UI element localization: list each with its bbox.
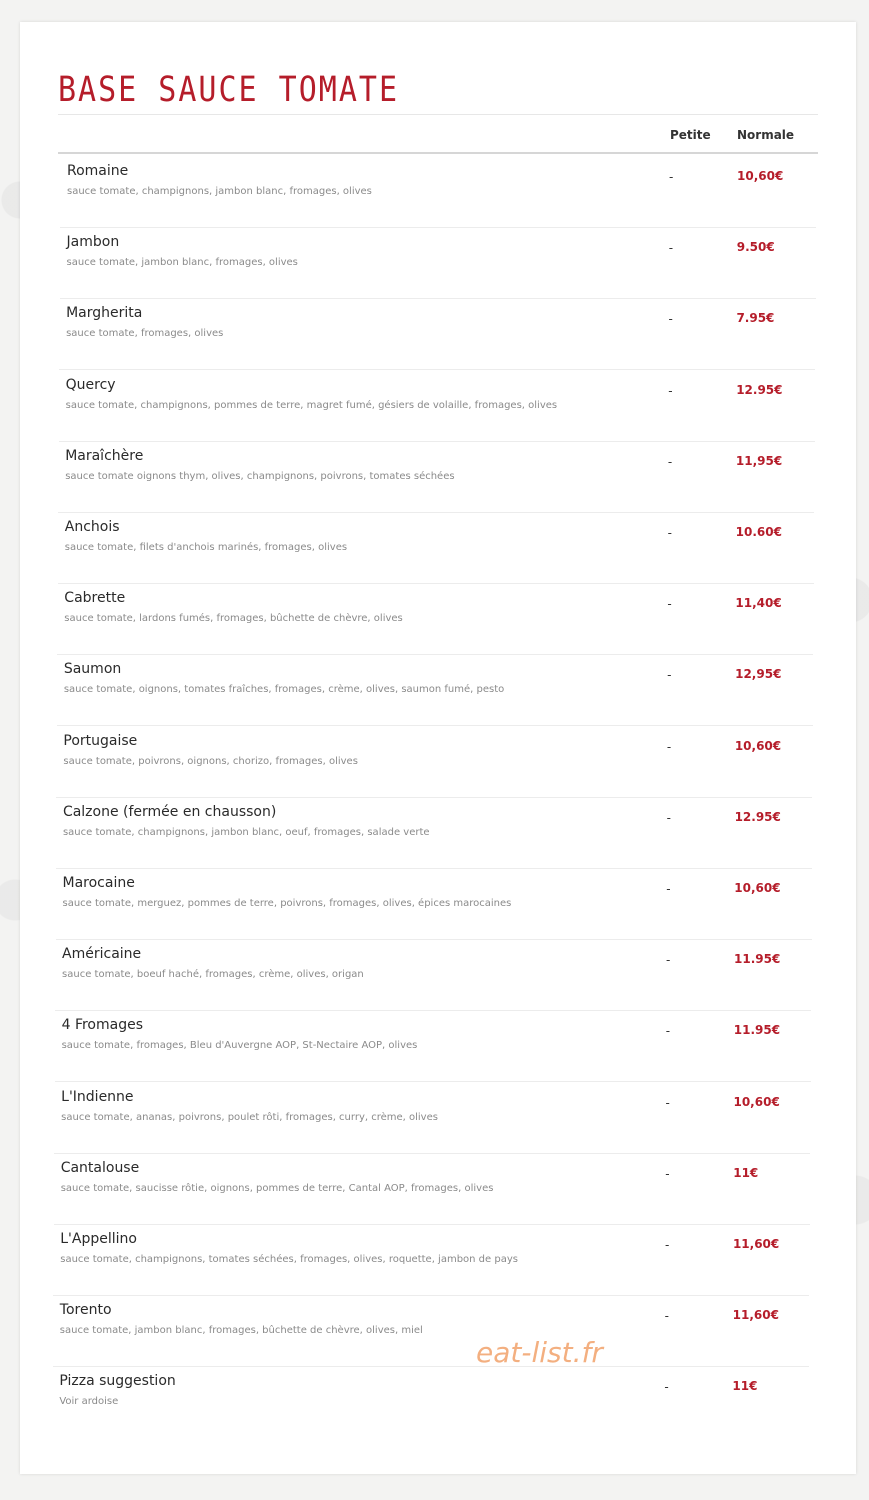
column-header-petite: Petite <box>670 128 711 142</box>
menu-item: Jambon sauce tomate, jambon blanc, fromag… <box>20 228 856 300</box>
menu-page: BASE SAUCE TOMATE Petite Normale Romaine… <box>20 22 856 1474</box>
menu-item-description: sauce tomate, jambon blanc, fromages, bû… <box>59 1325 423 1337</box>
menu-item-name: Portugaise <box>63 732 138 749</box>
menu-item: L'Indienne sauce tomate, ananas, poivrons… <box>20 1083 856 1154</box>
menu-item: Cabrette sauce tomate, lardons fumés, fro… <box>20 584 856 656</box>
menu-item-normale-price: 11,95€ <box>735 453 783 468</box>
menu-item-name: Américaine <box>62 946 142 963</box>
menu-item-name: Margherita <box>66 305 143 322</box>
menu-item-description: sauce tomate, ananas, poivrons, poulet r… <box>61 1111 438 1123</box>
menu-item: Margherita sauce tomate, fromages, olives… <box>20 299 856 371</box>
menu-item-normale-price: 10,60€ <box>733 1094 780 1109</box>
menu-item-name: Maraîchère <box>65 447 144 464</box>
menu-item-normale-price: 11,60€ <box>732 1308 779 1323</box>
menu-item-description: sauce tomate, filets d'anchois marinés, … <box>64 542 348 553</box>
menu-item: Portugaise sauce tomate, poivrons, oignon… <box>20 727 856 798</box>
menu-item-normale-price: 11€ <box>732 1379 758 1394</box>
menu-item-petite-price: - <box>668 312 673 327</box>
menu-item-name: Cabrette <box>64 590 126 607</box>
menu-item: Torento sauce tomate, jambon blanc, froma… <box>20 1296 856 1368</box>
menu-item-description: sauce tomate, champignons, jambon blanc,… <box>67 186 372 197</box>
menu-item-normale-price: 12,95€ <box>735 667 782 682</box>
menu-item-name: Romaine <box>67 163 129 179</box>
menu-item-name: Marocaine <box>62 875 135 891</box>
menu-item-normale-price: 7.95€ <box>736 311 775 326</box>
menu-item-normale-price: 11.95€ <box>734 952 781 967</box>
menu-item-petite-price: - <box>664 1380 669 1395</box>
menu-item-petite-price: - <box>667 454 673 469</box>
menu-item-name: Saumon <box>63 661 122 678</box>
menu-item: Pizza suggestion Voir ardoise - 11€ <box>20 1367 856 1438</box>
menu-item-petite-price: - <box>667 668 672 683</box>
menu-item-description: sauce tomate, boeuf haché, fromages, crè… <box>62 969 364 981</box>
menu-item-normale-price: 12.95€ <box>734 809 781 824</box>
menu-item: Cantalouse sauce tomate, saucisse rôtie, … <box>20 1154 856 1225</box>
menu-item-name: Jambon <box>66 234 120 251</box>
menu-item-petite-price: - <box>664 1309 670 1324</box>
header-divider <box>58 152 818 154</box>
menu-item-description: sauce tomate, fromages, olives <box>66 328 224 340</box>
menu-item-petite-price: - <box>666 882 671 896</box>
menu-item: Romaine sauce tomate, champignons, jambon… <box>20 157 856 228</box>
menu-item-name: Cantalouse <box>60 1159 140 1176</box>
menu-item-normale-price: 11.95€ <box>733 1023 781 1038</box>
menu-item-petite-price: - <box>664 1238 670 1252</box>
menu-item-petite-price: - <box>665 1166 670 1181</box>
menu-item-description: sauce tomate, champignons, tomates séché… <box>60 1254 518 1265</box>
menu-item-description: sauce tomate, fromages, Bleu d'Auvergne … <box>61 1040 418 1052</box>
menu-item-description: sauce tomate, oignons, tomates fraîches,… <box>63 684 505 696</box>
menu-item-description: sauce tomate, champignons, pommes de ter… <box>65 399 558 411</box>
menu-item: Maraîchère sauce tomate oignons thym, oli… <box>20 442 856 513</box>
menu-item: Saumon sauce tomate, oignons, tomates fra… <box>20 655 856 727</box>
menu-item-description: sauce tomate, champignons, jambon blanc,… <box>62 826 430 838</box>
menu-item-normale-price: 10.60€ <box>735 525 782 539</box>
menu-item-name: Calzone (fermée en chausson) <box>62 803 277 820</box>
menu-item-normale-price: 12.95€ <box>736 382 783 397</box>
menu-item-normale-price: 11,40€ <box>735 596 782 611</box>
menu-item-petite-price: - <box>665 1095 670 1110</box>
menu-item: Quercy sauce tomate, champignons, pommes … <box>20 371 856 442</box>
menu-item-name: L'Appellino <box>60 1231 137 1247</box>
menu-item-description: sauce tomate, saucisse rôtie, oignons, p… <box>60 1182 494 1194</box>
menu-item-description: sauce tomate oignons thym, olives, champ… <box>65 470 455 482</box>
menu-item: Calzone (fermée en chausson) sauce tomate… <box>20 798 856 869</box>
menu-item-normale-price: 9.50€ <box>736 240 775 255</box>
menu-item: Anchois sauce tomate, filets d'anchois ma… <box>20 513 856 584</box>
menu-item-petite-price: - <box>667 597 672 612</box>
menu-item-name: L'Indienne <box>61 1088 134 1105</box>
menu-item-description: sauce tomate, merguez, pommes de terre, … <box>62 898 512 909</box>
menu-item-name: Torento <box>59 1302 112 1319</box>
menu-item: L'Appellino sauce tomate, champignons, to… <box>20 1225 856 1296</box>
menu-item-description: sauce tomate, lardons fumés, fromages, b… <box>64 613 403 625</box>
menu-item-petite-price: - <box>666 810 671 825</box>
watermark-text: eat-list.fr <box>476 1336 603 1369</box>
divider <box>58 114 818 115</box>
menu-item-name: Pizza suggestion <box>59 1373 176 1390</box>
menu-item-normale-price: 10,60€ <box>734 881 781 895</box>
menu-item-normale-price: 11,60€ <box>732 1237 780 1251</box>
menu-item-name: Quercy <box>65 376 116 393</box>
menu-item-petite-price: - <box>666 953 671 968</box>
menu-item-description: sauce tomate, jambon blanc, fromages, ol… <box>66 257 298 269</box>
menu-item-petite-price: - <box>669 170 674 184</box>
menu-item-petite-price: - <box>668 383 673 398</box>
section-title: BASE SAUCE TOMATE <box>58 70 400 111</box>
menu-item-petite-price: - <box>668 241 674 256</box>
menu-item: 4 Fromages sauce tomate, fromages, Bleu d… <box>20 1011 856 1083</box>
menu-item-normale-price: 10,60€ <box>734 738 782 753</box>
menu-item-description: Voir ardoise <box>59 1396 119 1408</box>
menu-item-petite-price: - <box>667 526 672 540</box>
menu-item-petite-price: - <box>665 1024 671 1039</box>
menu-item-normale-price: 11€ <box>733 1165 759 1180</box>
menu-item-name: Anchois <box>64 519 120 535</box>
menu-item: Marocaine sauce tomate, merguez, pommes d… <box>20 869 856 940</box>
menu-item-normale-price: 10,60€ <box>737 169 784 183</box>
menu-item-description: sauce tomate, poivrons, oignons, chorizo… <box>63 755 358 767</box>
column-header-normale: Normale <box>737 128 795 142</box>
menu-item-name: 4 Fromages <box>61 1017 144 1034</box>
menu-item-petite-price: - <box>666 739 672 754</box>
menu-item: Américaine sauce tomate, boeuf haché, fro… <box>20 940 856 1012</box>
